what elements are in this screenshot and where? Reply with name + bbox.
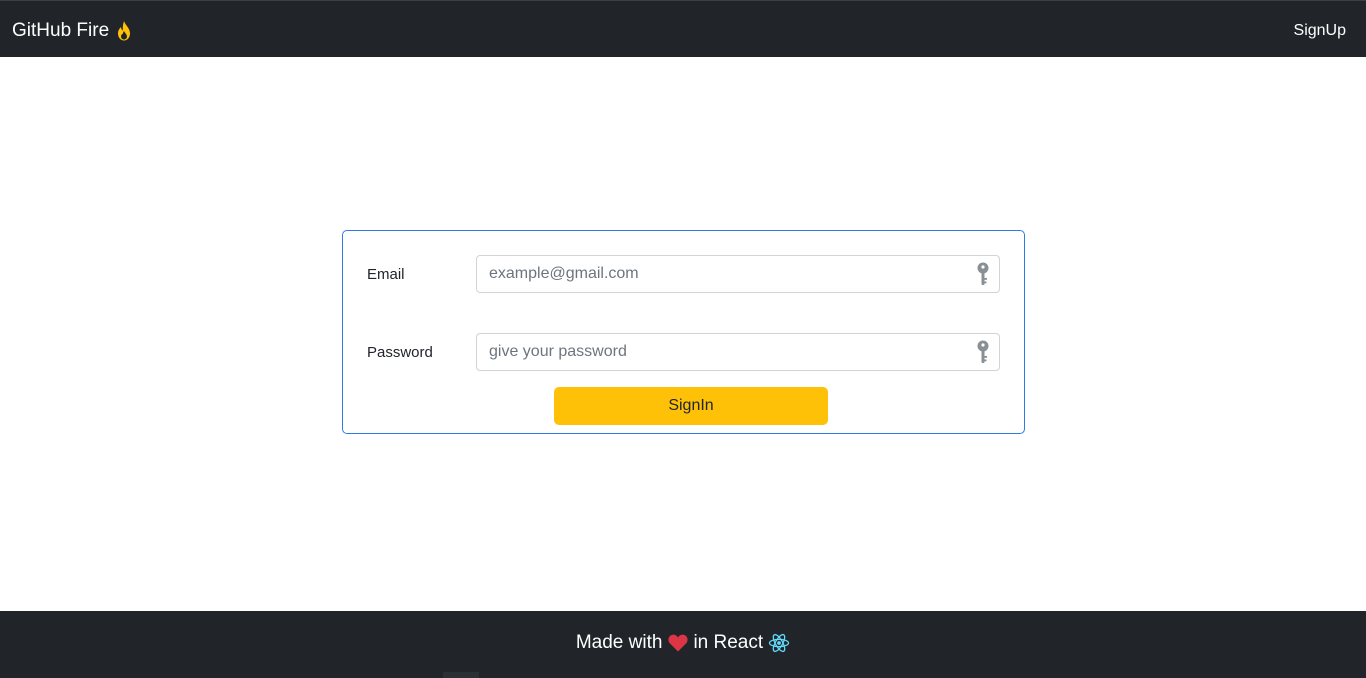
react-icon	[768, 632, 790, 654]
email-field-wrapper	[476, 255, 1000, 293]
brand-title: GitHub Fire	[12, 20, 110, 41]
key-icon	[976, 262, 990, 286]
password-field-wrapper	[476, 333, 1000, 371]
heart-icon	[668, 634, 689, 652]
email-input[interactable]	[476, 255, 1000, 293]
password-label: Password	[367, 344, 433, 361]
signin-button[interactable]: SignIn	[554, 387, 828, 425]
footer-made-with: Made with	[575, 632, 663, 653]
footer-strip	[443, 672, 479, 678]
signup-link[interactable]: SignUp	[1294, 20, 1346, 42]
footer-in-react: in React	[693, 632, 764, 653]
footer-text: Made with in React	[0, 631, 1366, 655]
email-label: Email	[367, 266, 405, 283]
flame-icon	[116, 21, 132, 41]
navbar: GitHub Fire SignUp	[0, 0, 1366, 57]
brand-link[interactable]: GitHub Fire	[12, 19, 132, 43]
key-icon	[976, 340, 990, 364]
signin-form: Email Password SignIn	[342, 230, 1025, 434]
footer: Made with in React	[0, 611, 1366, 678]
password-input[interactable]	[476, 333, 1000, 371]
